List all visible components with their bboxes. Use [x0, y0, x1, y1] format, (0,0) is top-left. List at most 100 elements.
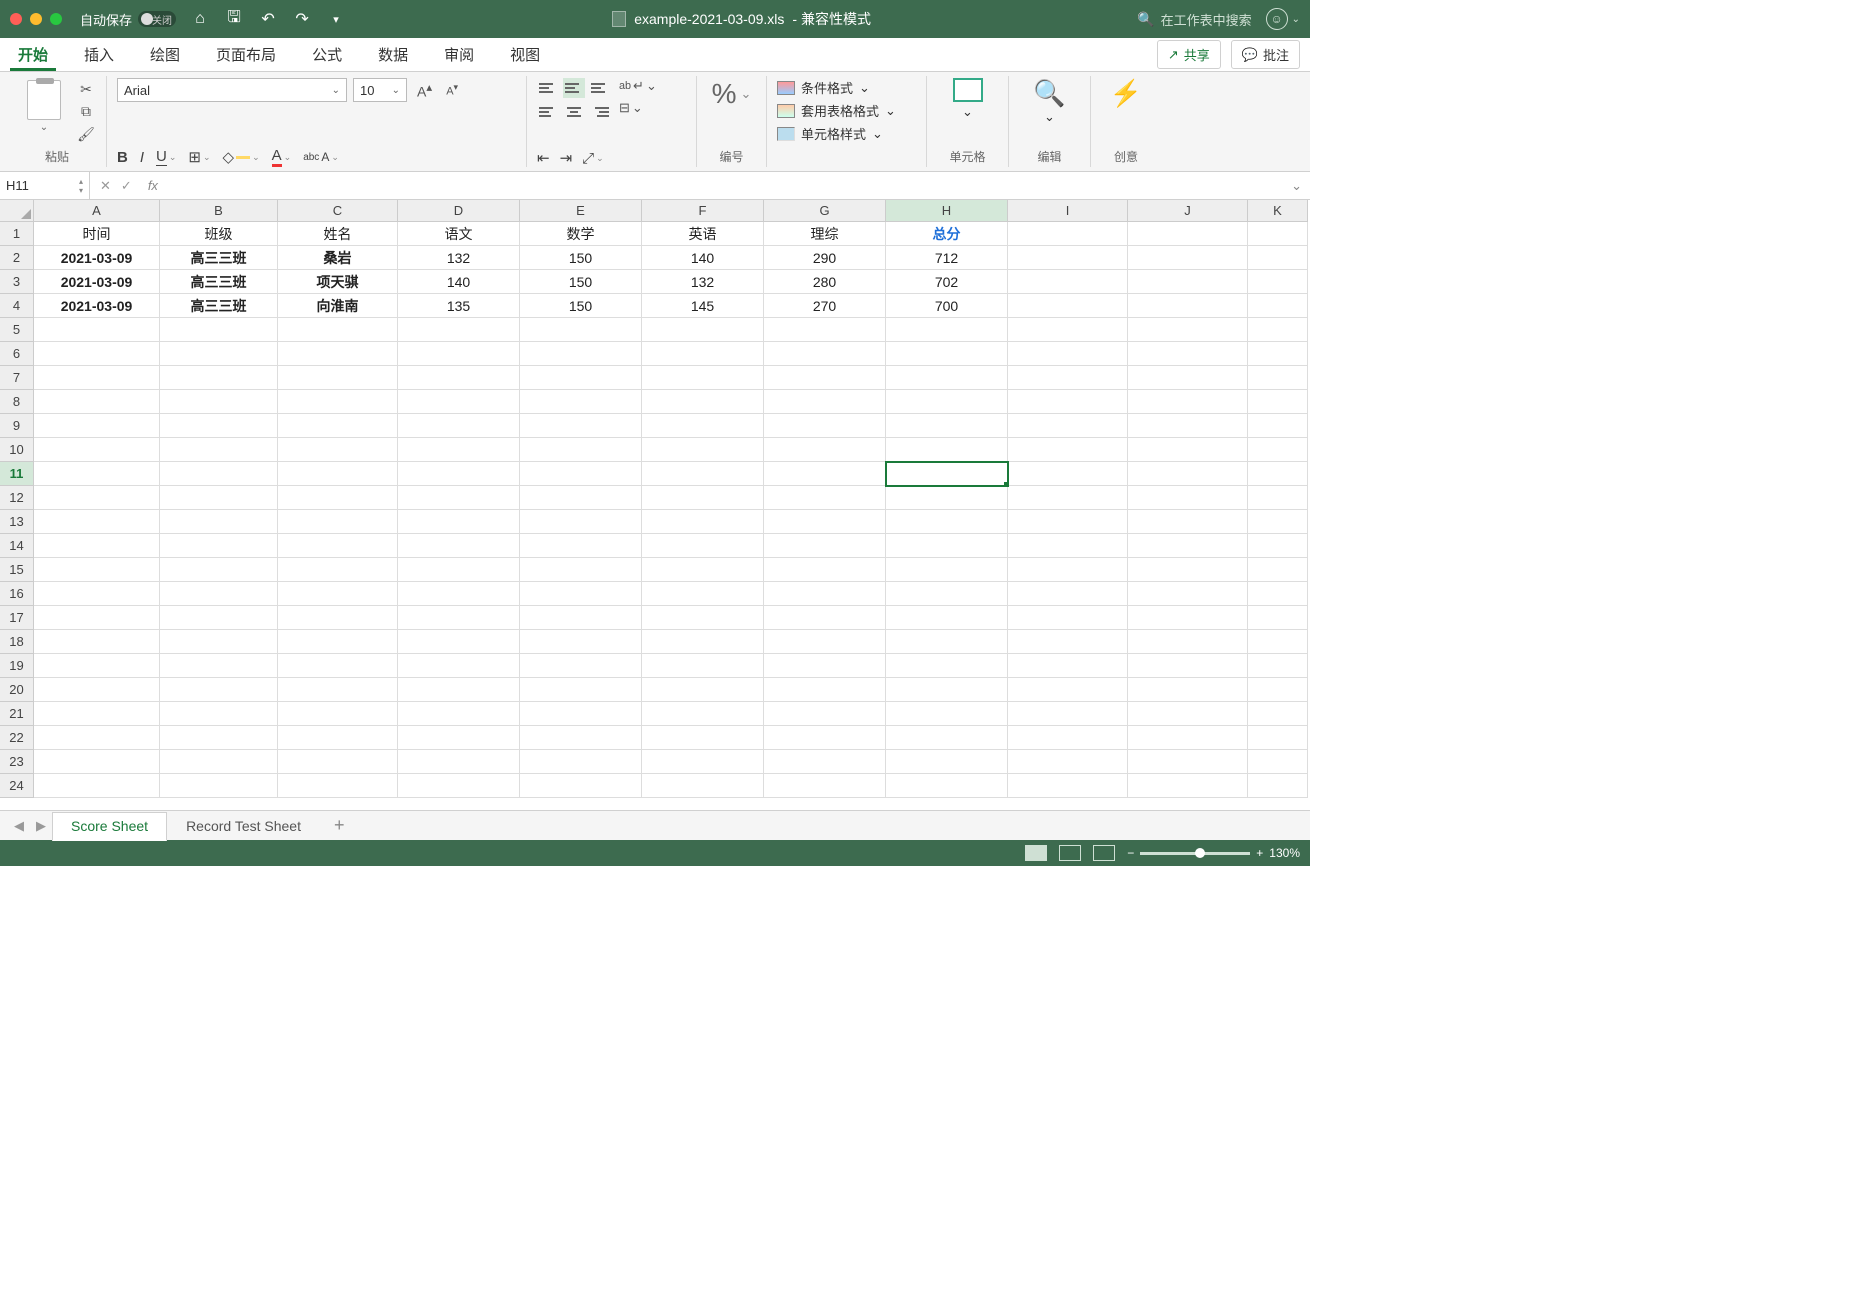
cell-B1[interactable]: 班级 [160, 222, 278, 246]
cell-E11[interactable] [520, 462, 642, 486]
sheet-tab-score-sheet[interactable]: Score Sheet [52, 812, 167, 841]
cell-C19[interactable] [278, 654, 398, 678]
share-button[interactable]: ↗共享 [1157, 40, 1221, 69]
cell-I10[interactable] [1008, 438, 1128, 462]
cell-K13[interactable] [1248, 510, 1308, 534]
cell-J1[interactable] [1128, 222, 1248, 246]
cell-F24[interactable] [642, 774, 764, 798]
cell-G21[interactable] [764, 702, 886, 726]
feedback-icon[interactable]: ☺ [1266, 8, 1288, 30]
cell-H13[interactable] [886, 510, 1008, 534]
align-bottom-icon[interactable] [589, 78, 611, 98]
cell-C2[interactable]: 桑岩 [278, 246, 398, 270]
row-header-14[interactable]: 14 [0, 534, 34, 558]
cell-B14[interactable] [160, 534, 278, 558]
column-header-F[interactable]: F [642, 200, 764, 222]
feedback-dropdown-icon[interactable]: ⌄ [1292, 14, 1300, 25]
cell-E8[interactable] [520, 390, 642, 414]
cell-A11[interactable] [34, 462, 160, 486]
cell-F11[interactable] [642, 462, 764, 486]
cell-F23[interactable] [642, 750, 764, 774]
autosave-switch[interactable]: 关闭 [138, 11, 176, 27]
cell-F15[interactable] [642, 558, 764, 582]
cell-J20[interactable] [1128, 678, 1248, 702]
cell-I15[interactable] [1008, 558, 1128, 582]
cell-B16[interactable] [160, 582, 278, 606]
align-top-icon[interactable] [537, 78, 559, 98]
row-header-13[interactable]: 13 [0, 510, 34, 534]
cell-H14[interactable] [886, 534, 1008, 558]
cell-A16[interactable] [34, 582, 160, 606]
cell-A17[interactable] [34, 606, 160, 630]
cell-D6[interactable] [398, 342, 520, 366]
cell-F17[interactable] [642, 606, 764, 630]
cell-E13[interactable] [520, 510, 642, 534]
cell-D10[interactable] [398, 438, 520, 462]
cell-E21[interactable] [520, 702, 642, 726]
cell-D7[interactable] [398, 366, 520, 390]
cell-K22[interactable] [1248, 726, 1308, 750]
cell-G7[interactable] [764, 366, 886, 390]
cell-J3[interactable] [1128, 270, 1248, 294]
row-header-5[interactable]: 5 [0, 318, 34, 342]
row-header-8[interactable]: 8 [0, 390, 34, 414]
cell-J19[interactable] [1128, 654, 1248, 678]
cell-F5[interactable] [642, 318, 764, 342]
maximize-window-icon[interactable] [50, 13, 62, 25]
cell-A3[interactable]: 2021-03-09 [34, 270, 160, 294]
cell-I22[interactable] [1008, 726, 1128, 750]
cell-C17[interactable] [278, 606, 398, 630]
cell-J12[interactable] [1128, 486, 1248, 510]
zoom-level[interactable]: 130% [1269, 846, 1300, 860]
cell-K24[interactable] [1248, 774, 1308, 798]
cell-D21[interactable] [398, 702, 520, 726]
cell-A2[interactable]: 2021-03-09 [34, 246, 160, 270]
cell-J14[interactable] [1128, 534, 1248, 558]
cell-C23[interactable] [278, 750, 398, 774]
cell-K8[interactable] [1248, 390, 1308, 414]
cell-K1[interactable] [1248, 222, 1308, 246]
cell-G4[interactable]: 270 [764, 294, 886, 318]
tab-公式[interactable]: 公式 [304, 38, 350, 71]
row-header-2[interactable]: 2 [0, 246, 34, 270]
cell-H22[interactable] [886, 726, 1008, 750]
cell-H5[interactable] [886, 318, 1008, 342]
cell-J11[interactable] [1128, 462, 1248, 486]
cell-A18[interactable] [34, 630, 160, 654]
normal-view-icon[interactable] [1025, 845, 1047, 861]
sheet-tab-record-test-sheet[interactable]: Record Test Sheet [167, 812, 320, 840]
cell-A9[interactable] [34, 414, 160, 438]
cell-E16[interactable] [520, 582, 642, 606]
row-header-17[interactable]: 17 [0, 606, 34, 630]
cell-G6[interactable] [764, 342, 886, 366]
cell-I20[interactable] [1008, 678, 1128, 702]
cell-A20[interactable] [34, 678, 160, 702]
cell-E4[interactable]: 150 [520, 294, 642, 318]
name-box-stepper[interactable]: ▴▾ [79, 177, 83, 195]
cell-A8[interactable] [34, 390, 160, 414]
zoom-out-icon[interactable]: − [1127, 846, 1134, 860]
cell-A14[interactable] [34, 534, 160, 558]
cell-J9[interactable] [1128, 414, 1248, 438]
align-left-icon[interactable] [537, 102, 559, 122]
cell-F18[interactable] [642, 630, 764, 654]
cell-G15[interactable] [764, 558, 886, 582]
cell-D24[interactable] [398, 774, 520, 798]
cell-K14[interactable] [1248, 534, 1308, 558]
cell-G22[interactable] [764, 726, 886, 750]
cell-K21[interactable] [1248, 702, 1308, 726]
cell-D2[interactable]: 132 [398, 246, 520, 270]
cell-D16[interactable] [398, 582, 520, 606]
row-header-20[interactable]: 20 [0, 678, 34, 702]
cell-I14[interactable] [1008, 534, 1128, 558]
cell-A19[interactable] [34, 654, 160, 678]
cell-J24[interactable] [1128, 774, 1248, 798]
cell-E15[interactable] [520, 558, 642, 582]
cell-C12[interactable] [278, 486, 398, 510]
italic-button[interactable]: I [140, 149, 144, 166]
cell-K2[interactable] [1248, 246, 1308, 270]
cell-C16[interactable] [278, 582, 398, 606]
cell-H12[interactable] [886, 486, 1008, 510]
cell-J2[interactable] [1128, 246, 1248, 270]
cell-F1[interactable]: 英语 [642, 222, 764, 246]
